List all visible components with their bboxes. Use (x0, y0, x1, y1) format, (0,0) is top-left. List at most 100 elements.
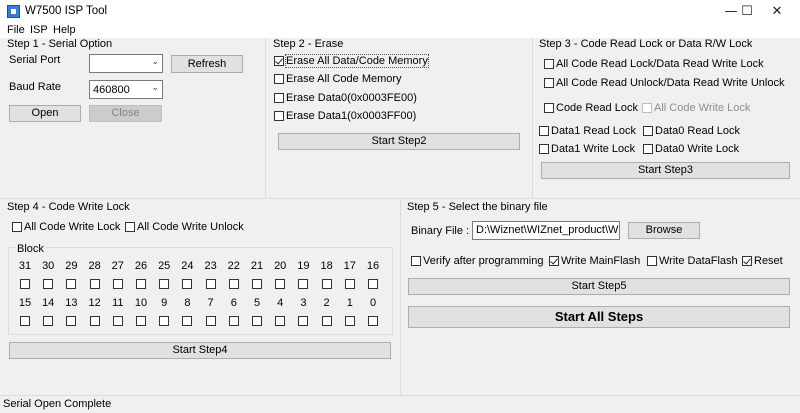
block-checkbox[interactable] (136, 279, 146, 289)
block-checkbox[interactable] (66, 279, 77, 289)
block-checkbox[interactable] (112, 279, 123, 289)
checkbox-label: All Code Read Lock/Data Read Write Lock (556, 58, 764, 70)
block-number-label: 12 (88, 297, 101, 309)
block-checkbox[interactable] (136, 316, 146, 326)
all-code-read-unlock-checkbox[interactable]: All Code Read Unlock/Data Read Write Unl… (544, 77, 784, 89)
start-step5-button[interactable]: Start Step5 (408, 278, 790, 295)
block-checkbox[interactable] (321, 279, 332, 289)
binary-file-input[interactable]: D:\Wiznet\WIZnet_product\W (472, 221, 620, 240)
checkbox-label: Erase All Code Memory (286, 73, 402, 85)
verify-checkbox[interactable]: Verify after programming (411, 255, 543, 267)
step2-title: Step 2 - Erase (273, 38, 344, 50)
block-number-label: 21 (250, 260, 264, 272)
block-number-label: 10 (134, 297, 148, 309)
step3-title: Step 3 - Code Read Lock or Data R/W Lock (539, 38, 753, 50)
erase-data0-checkbox[interactable]: Erase Data0(0x0003FE00) (274, 92, 417, 104)
erase-data1-checkbox[interactable]: Erase Data1(0x0003FF00) (274, 110, 416, 122)
block-checkbox[interactable] (228, 316, 239, 326)
block-checkbox[interactable] (275, 279, 286, 289)
block-checkbox[interactable] (368, 316, 378, 326)
block-checkbox[interactable] (66, 316, 77, 326)
menu-bar: File ISP Help (0, 23, 800, 38)
title-bar: W7500 ISP Tool — ☐ ✕ (0, 0, 800, 23)
checkbox-icon (642, 103, 652, 113)
checkbox-icon (12, 222, 22, 232)
block-checkbox[interactable] (205, 316, 216, 326)
all-code-write-lock-checkbox[interactable]: All Code Write Lock (12, 221, 120, 233)
block-number-label: 20 (274, 260, 287, 272)
data0-write-lock-checkbox[interactable]: Data0 Write Lock (643, 143, 739, 155)
block-checkbox[interactable] (321, 316, 332, 326)
checkbox-label: All Code Read Unlock/Data Read Write Unl… (556, 77, 785, 89)
app-icon (7, 5, 20, 18)
checkbox-label: All Code Write Lock (654, 102, 751, 114)
close-icon: ✕ (771, 4, 783, 19)
open-button[interactable]: Open (9, 105, 81, 122)
block-checkbox[interactable] (205, 279, 216, 289)
block-checkbox[interactable] (252, 316, 262, 326)
checkbox-icon (742, 256, 752, 266)
start-step2-button[interactable]: Start Step2 (278, 133, 520, 150)
block-checkbox[interactable] (275, 316, 286, 326)
code-read-lock-checkbox[interactable]: Code Read Lock (544, 102, 638, 114)
block-checkbox[interactable] (182, 279, 193, 289)
all-code-write-lock-disabled-checkbox[interactable]: All Code Write Lock (642, 102, 750, 114)
block-checkbox[interactable] (252, 279, 262, 289)
write-mainflash-checkbox[interactable]: Write MainFlash (549, 255, 640, 267)
block-checkbox[interactable] (298, 316, 309, 326)
browse-button[interactable]: Browse (628, 222, 700, 239)
block-number-label: 7 (207, 297, 214, 309)
all-code-read-lock-checkbox[interactable]: All Code Read Lock/Data Read Write Lock (544, 58, 764, 70)
data1-read-lock-checkbox[interactable]: Data1 Read Lock (539, 125, 636, 137)
block-checkbox[interactable] (43, 316, 54, 326)
block-checkbox[interactable] (344, 316, 355, 326)
block-number-label: 19 (297, 260, 310, 272)
block-number-label: 27 (111, 260, 124, 272)
block-checkbox[interactable] (89, 316, 100, 326)
checkbox-icon (544, 78, 554, 88)
block-checkbox[interactable] (112, 316, 123, 326)
checkbox-icon (544, 103, 554, 113)
block-checkbox[interactable] (20, 316, 30, 326)
block-number-label: 3 (300, 297, 307, 309)
menu-help[interactable]: Help (53, 24, 76, 36)
erase-all-code-checkbox[interactable]: Erase All Code Memory (274, 73, 402, 85)
block-checkbox[interactable] (89, 279, 100, 289)
block-checkbox[interactable] (43, 279, 54, 289)
checkbox-label: Write MainFlash (561, 255, 641, 267)
block-checkbox[interactable] (368, 279, 378, 289)
checkbox-icon (274, 93, 284, 103)
checkbox-label: Code Read Lock (556, 102, 638, 114)
block-checkbox[interactable] (182, 316, 193, 326)
checkbox-icon (539, 126, 549, 136)
serial-port-select[interactable]: ⌄ (89, 54, 163, 73)
binary-file-label: Binary File : (411, 225, 470, 237)
baud-rate-select[interactable]: 460800 ⌄ (89, 80, 163, 99)
block-number-label: 8 (184, 297, 191, 309)
block-checkbox[interactable] (228, 279, 239, 289)
block-number-label: 18 (320, 260, 333, 272)
all-code-write-unlock-checkbox[interactable]: All Code Write Unlock (125, 221, 244, 233)
write-dataflash-checkbox[interactable]: Write DataFlash (647, 255, 738, 267)
checkbox-label: All Code Write Lock (24, 221, 121, 233)
close-window-button[interactable]: ✕ (754, 0, 800, 23)
close-button[interactable]: Close (89, 105, 162, 122)
checkbox-label: Data0 Write Lock (655, 143, 740, 155)
data1-write-lock-checkbox[interactable]: Data1 Write Lock (539, 143, 635, 155)
start-step4-button[interactable]: Start Step4 (9, 342, 391, 359)
menu-file[interactable]: File (7, 24, 25, 36)
block-checkbox[interactable] (344, 279, 355, 289)
block-number-label: 9 (161, 297, 168, 309)
erase-all-data-code-checkbox[interactable]: Erase All Data/Code Memory (274, 54, 429, 68)
start-all-steps-button[interactable]: Start All Steps (408, 306, 790, 328)
checkbox-label: Data0 Read Lock (655, 125, 740, 137)
block-checkbox[interactable] (20, 279, 30, 289)
block-checkbox[interactable] (159, 316, 170, 326)
start-step3-button[interactable]: Start Step3 (541, 162, 790, 179)
reset-checkbox[interactable]: Reset (742, 255, 783, 267)
menu-isp[interactable]: ISP (30, 24, 48, 36)
data0-read-lock-checkbox[interactable]: Data0 Read Lock (643, 125, 740, 137)
block-checkbox[interactable] (298, 279, 309, 289)
block-checkbox[interactable] (159, 279, 170, 289)
refresh-button[interactable]: Refresh (171, 55, 243, 73)
